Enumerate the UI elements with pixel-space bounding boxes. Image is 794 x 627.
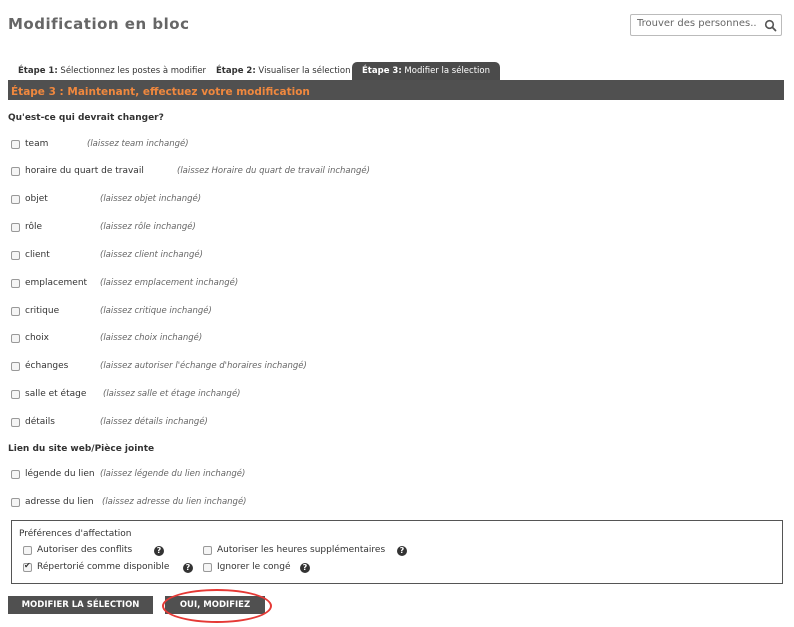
field-label: rôle xyxy=(25,222,43,232)
checkbox-details[interactable] xyxy=(11,418,20,427)
checkbox-ignore-leave[interactable] xyxy=(203,563,212,572)
help-icon[interactable]: ? xyxy=(154,546,164,556)
search-icon[interactable] xyxy=(764,19,777,32)
page-title: Modification en bloc xyxy=(8,15,190,33)
field-hint: (laissez emplacement inchangé) xyxy=(100,278,239,288)
checkbox-exchanges[interactable] xyxy=(11,362,20,371)
checkbox-allow-overtime[interactable] xyxy=(203,546,212,555)
field-label: échanges xyxy=(25,361,69,371)
tab-step-2-label: Visualiser la sélection xyxy=(255,66,351,76)
pref-label: Autoriser les heures supplémentaires xyxy=(217,545,386,555)
field-hint: (laissez salle et étage inchangé) xyxy=(103,389,241,399)
field-hint: (laissez Horaire du quart de travail inc… xyxy=(177,166,370,176)
checkbox-critical[interactable] xyxy=(11,307,20,316)
what-change-title: Qu'est-ce qui devrait changer? xyxy=(8,113,164,123)
checkbox-link-caption[interactable] xyxy=(11,470,20,479)
highlight-ring xyxy=(162,589,272,623)
checkbox-object[interactable] xyxy=(11,195,20,204)
tab-step-1[interactable]: Étape 1: Sélectionnez les postes à modif… xyxy=(8,62,216,80)
field-hint: (laissez objet inchangé) xyxy=(100,194,202,204)
pref-label: Autoriser des conflits xyxy=(37,545,133,555)
field-hint: (laissez rôle inchangé) xyxy=(100,222,196,232)
tab-step-2-prefix: Étape 2: xyxy=(216,66,256,76)
modify-selection-button[interactable]: MODIFIER LA SÉLECTION xyxy=(8,596,153,614)
checkbox-team[interactable] xyxy=(11,140,20,149)
field-label: légende du lien xyxy=(25,469,95,479)
field-hint: (laissez adresse du lien inchangé) xyxy=(102,497,247,507)
field-label: critique xyxy=(25,306,60,316)
field-hint: (laissez autoriser l'échange d'horaires … xyxy=(100,361,307,371)
field-label: détails xyxy=(25,417,55,427)
checkbox-link-address[interactable] xyxy=(11,498,20,507)
web-link-title: Lien du site web/Pièce jointe xyxy=(8,444,155,454)
checkbox-room-floor[interactable] xyxy=(11,390,20,399)
tab-step-2[interactable]: Étape 2: Visualiser la sélection xyxy=(206,62,361,80)
field-label: adresse du lien xyxy=(25,497,94,507)
tab-step-3-prefix: Étape 3: xyxy=(362,66,402,76)
search-box[interactable] xyxy=(630,14,782,36)
assignment-preferences-box: Préférences d'affectation Autoriser des … xyxy=(11,520,783,584)
tab-step-3[interactable]: Étape 3: Modifier la sélection xyxy=(352,62,500,80)
tab-step-3-label: Modifier la sélection xyxy=(401,66,490,76)
field-hint: (laissez choix inchangé) xyxy=(100,333,203,343)
step-header-text: Étape 3 : Maintenant, effectuez votre mo… xyxy=(11,86,310,98)
field-hint: (laissez client inchangé) xyxy=(100,250,203,260)
preferences-title: Préférences d'affectation xyxy=(19,529,132,539)
field-hint: (laissez légende du lien inchangé) xyxy=(100,469,246,479)
field-label: objet xyxy=(25,194,48,204)
field-hint: (laissez détails inchangé) xyxy=(100,417,208,427)
checkbox-choice[interactable] xyxy=(11,334,20,343)
field-label: salle et étage xyxy=(25,389,87,399)
field-label: horaire du quart de travail xyxy=(25,166,144,176)
help-icon[interactable]: ? xyxy=(397,546,407,556)
help-icon[interactable]: ? xyxy=(183,563,193,573)
help-icon[interactable]: ? xyxy=(300,563,310,573)
field-label: choix xyxy=(25,333,49,343)
field-hint: (laissez team inchangé) xyxy=(87,139,189,149)
checkbox-client[interactable] xyxy=(11,251,20,260)
search-input[interactable] xyxy=(637,18,757,29)
field-label: client xyxy=(25,250,50,260)
pref-label: Ignorer le congé xyxy=(217,562,291,572)
tab-step-1-label: Sélectionnez les postes à modifier xyxy=(57,66,207,76)
checkbox-shift-schedule[interactable] xyxy=(11,167,20,176)
pref-label: Répertorié comme disponible xyxy=(37,562,170,572)
checkbox-allow-conflicts[interactable] xyxy=(23,546,32,555)
field-label: emplacement xyxy=(25,278,88,288)
field-label: team xyxy=(25,139,49,149)
tab-step-1-prefix: Étape 1: xyxy=(18,66,58,76)
checkbox-location[interactable] xyxy=(11,279,20,288)
field-hint: (laissez critique inchangé) xyxy=(100,306,212,316)
step-header-bar: Étape 3 : Maintenant, effectuez votre mo… xyxy=(8,80,784,100)
checkbox-role[interactable] xyxy=(11,223,20,232)
checkbox-listed-available[interactable] xyxy=(23,561,32,572)
